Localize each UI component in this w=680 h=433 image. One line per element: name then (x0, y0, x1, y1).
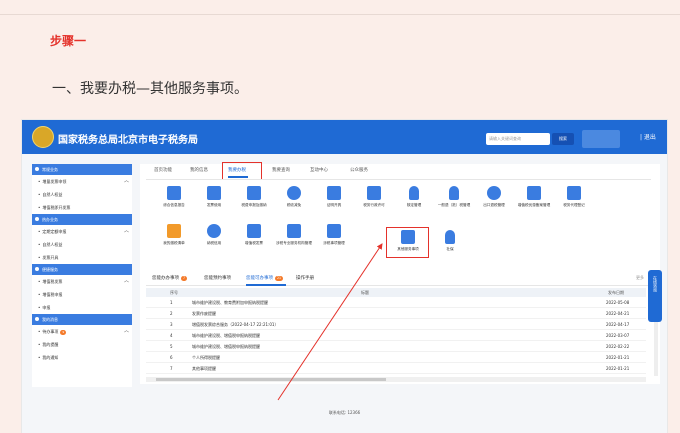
annotation-arrow (277, 243, 383, 401)
